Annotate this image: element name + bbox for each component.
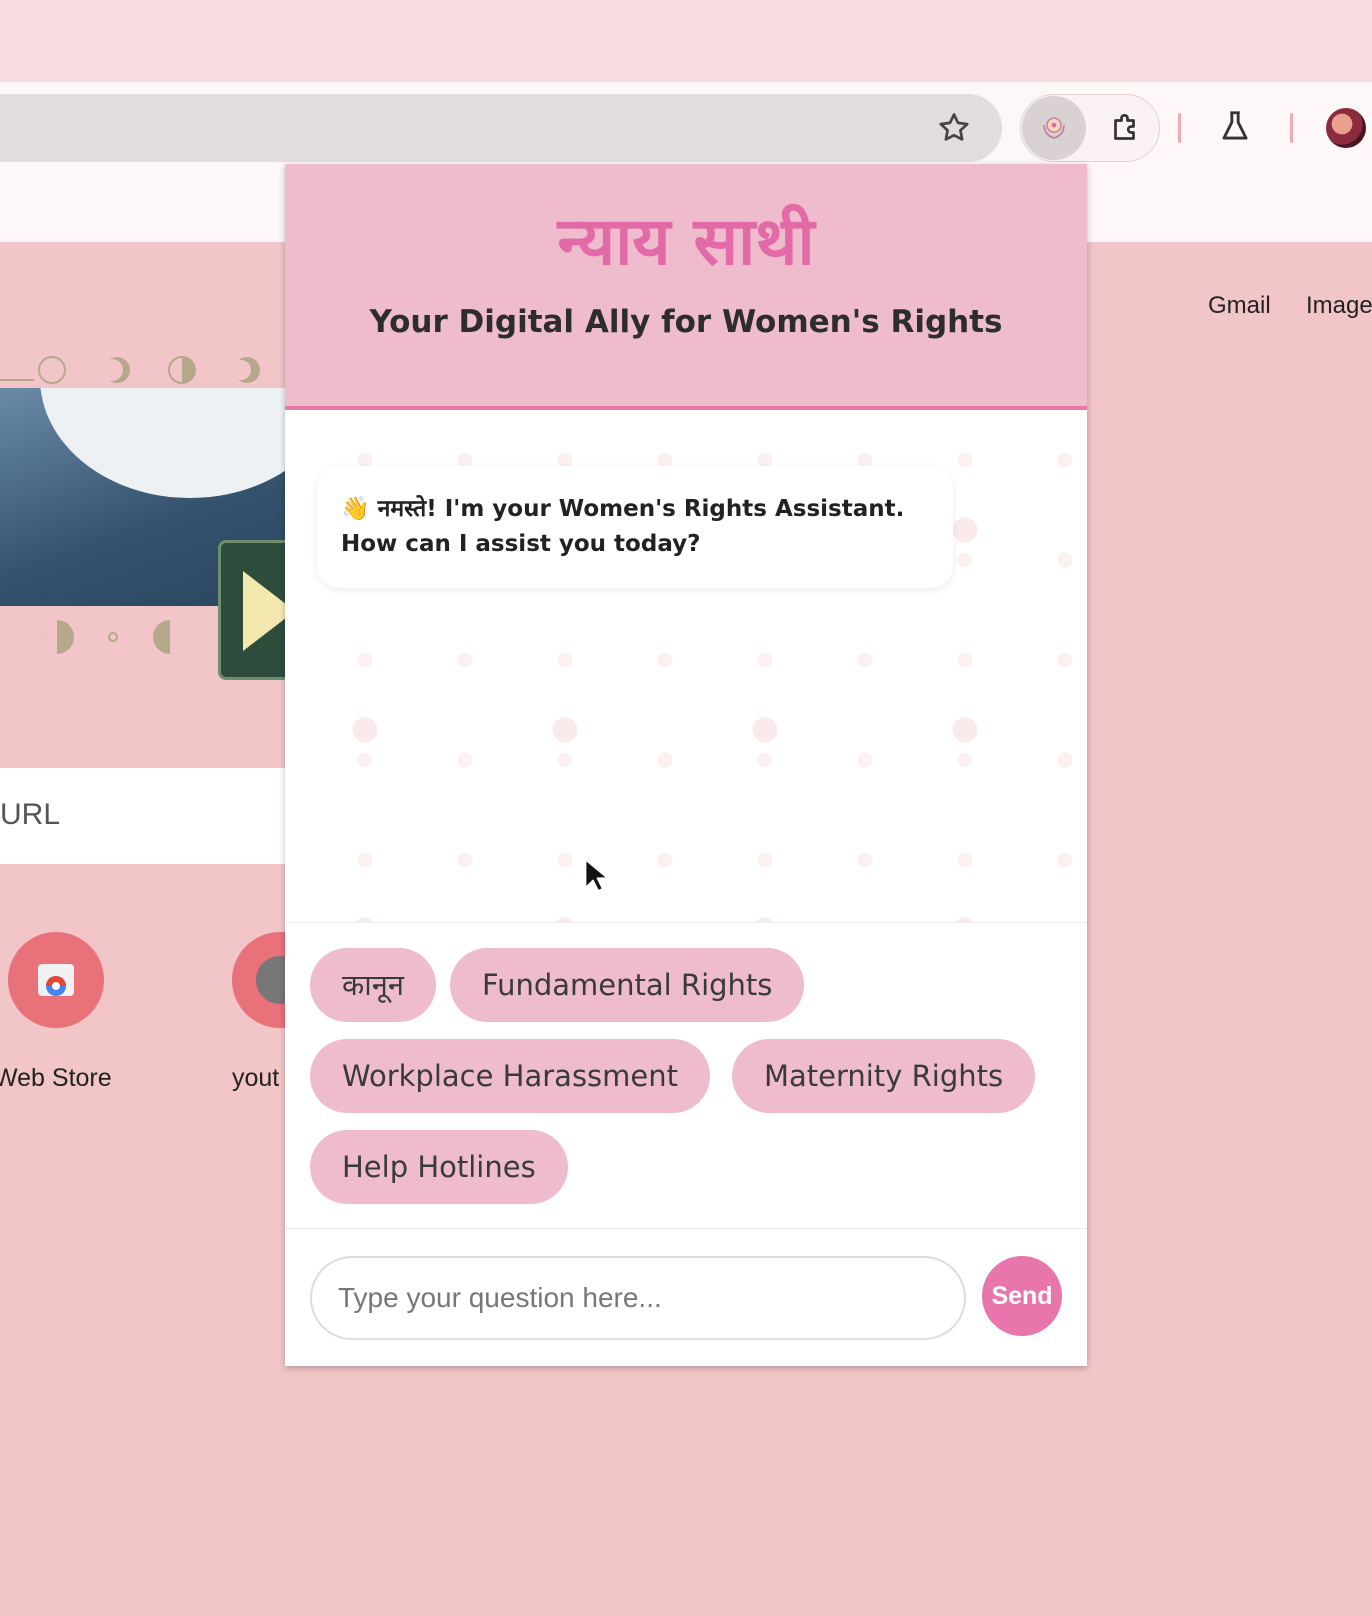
shortcut-label-youtube: yout <box>232 1064 280 1092</box>
input-bar: Send <box>285 1230 1087 1366</box>
browser-titlebar <box>0 0 1372 82</box>
chrome-web-store-icon <box>38 964 74 996</box>
ntp-search-placeholder: URL <box>0 798 61 831</box>
nyay-saathi-logo-icon[interactable] <box>1037 111 1071 145</box>
toolbar-divider <box>1178 113 1181 143</box>
popup-header: न्याय साथी Your Digital Ally for Women's… <box>285 164 1087 410</box>
question-input[interactable] <box>310 1256 966 1340</box>
doodle-moon-phases-top <box>0 356 260 384</box>
images-link[interactable]: Image <box>1306 292 1372 320</box>
star-icon[interactable] <box>936 110 972 146</box>
toolbar-divider <box>1290 113 1293 143</box>
app-subtitle: Your Digital Ally for Women's Rights <box>369 304 1003 340</box>
topic-chip-help-hotlines[interactable]: Help Hotlines <box>310 1130 568 1204</box>
address-bar[interactable] <box>0 94 1002 162</box>
shortcut-label-web-store: Web Store <box>0 1064 112 1092</box>
flask-icon[interactable] <box>1216 108 1254 146</box>
gmail-link[interactable]: Gmail <box>1208 292 1271 320</box>
chat-messages[interactable]: 👋 नमस्ते! I'm your Women's Rights Assist… <box>285 410 1087 923</box>
send-button[interactable]: Send <box>982 1256 1062 1336</box>
topic-chip-workplace-harassment[interactable]: Workplace Harassment <box>310 1039 711 1113</box>
bot-message: 👋 नमस्ते! I'm your Women's Rights Assist… <box>317 466 953 588</box>
puzzle-icon[interactable] <box>1108 110 1144 146</box>
profile-avatar[interactable] <box>1326 108 1366 148</box>
quick-topics: कानून Fundamental Rights Workplace Haras… <box>285 923 1087 1229</box>
ntp-search-box[interactable]: URL <box>0 768 300 864</box>
topic-chip-fundamental-rights[interactable]: Fundamental Rights <box>450 948 805 1022</box>
topic-chip-maternity-rights[interactable]: Maternity Rights <box>732 1039 1036 1113</box>
app-title: न्याय साथी <box>557 203 815 280</box>
topic-chip-kanoon[interactable]: कानून <box>310 948 436 1022</box>
mouse-cursor-icon <box>584 858 608 892</box>
extension-popup: न्याय साथी Your Digital Ally for Women's… <box>285 164 1087 1366</box>
shortcut-web-store[interactable] <box>8 932 104 1028</box>
